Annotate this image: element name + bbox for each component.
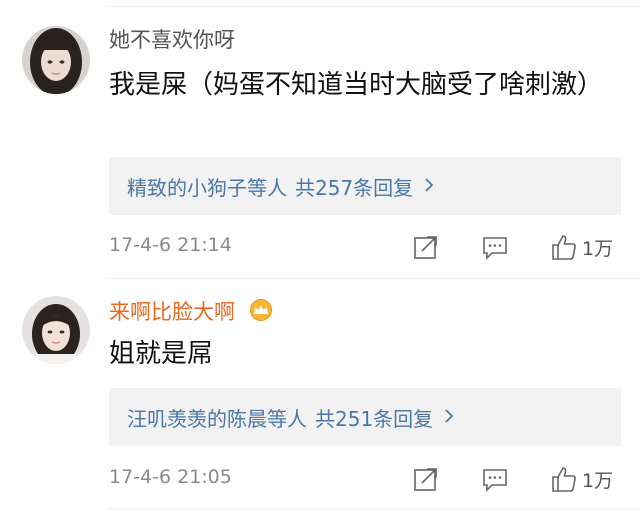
reply-users: 精致的小狗子等人 [127, 175, 287, 200]
comment-button[interactable] [482, 464, 508, 494]
like-count: 1万 [582, 237, 614, 260]
top-divider [108, 6, 640, 7]
timestamp: 17-4-6 21:05 [109, 466, 232, 488]
timestamp: 17-4-6 21:14 [109, 234, 232, 256]
comment-icon [483, 469, 507, 492]
share-button[interactable] [413, 464, 439, 494]
comment-footer: 17-4-6 21:14 1万 [109, 232, 640, 262]
avatar[interactable] [22, 26, 90, 94]
reply-count: 共257条回复 [295, 175, 414, 200]
crown-badge-icon [248, 298, 274, 328]
reply-count: 共251条回复 [315, 406, 434, 431]
username-text: 来啊比脸大啊 [109, 300, 235, 324]
avatar[interactable] [22, 296, 90, 364]
bottom-divider [108, 508, 640, 509]
chevron-right-icon [423, 174, 435, 198]
share-button[interactable] [413, 232, 439, 262]
comment-button[interactable] [482, 232, 508, 262]
username[interactable]: 来啊比脸大啊 [109, 298, 274, 328]
comment-icon [483, 237, 507, 260]
share-icon [414, 468, 437, 491]
replies-link[interactable]: 精致的小狗子等人 共257条回复 [109, 157, 621, 215]
like-icon [552, 235, 576, 260]
comment-text: 我是屎（妈蛋不知道当时大脑受了啥刺激） [109, 70, 604, 100]
like-button[interactable]: 1万 [550, 232, 613, 262]
comment-text: 姐就是屌 [109, 339, 214, 369]
like-icon [552, 467, 576, 492]
comment-footer: 17-4-6 21:05 1万 [109, 464, 640, 494]
comment-divider [108, 278, 640, 279]
reply-users: 汪叽羡羡的陈晨等人 [127, 406, 307, 431]
replies-link[interactable]: 汪叽羡羡的陈晨等人 共251条回复 [109, 388, 621, 446]
like-button[interactable]: 1万 [550, 464, 613, 494]
share-icon [414, 236, 437, 259]
chevron-right-icon [443, 405, 455, 429]
username[interactable]: 她不喜欢你呀 [109, 26, 235, 54]
like-count: 1万 [582, 469, 614, 492]
